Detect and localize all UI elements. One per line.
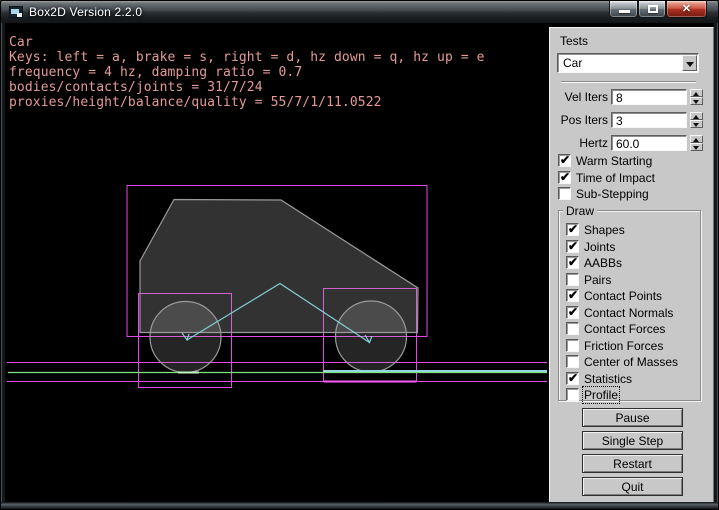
tests-selected-value: Car bbox=[563, 56, 582, 70]
checkbox-label: Friction Forces bbox=[584, 339, 663, 353]
checkbox[interactable] bbox=[566, 223, 579, 236]
spinner-label: Vel Iters bbox=[550, 90, 608, 104]
chevron-down-icon bbox=[686, 62, 694, 67]
restart-button[interactable]: Restart bbox=[582, 454, 683, 473]
checkbox[interactable] bbox=[558, 154, 571, 167]
checkbox-row: Profile bbox=[550, 388, 715, 403]
checkbox-label: Statistics bbox=[584, 372, 632, 386]
spinner-row: Pos Iters3 bbox=[550, 112, 715, 129]
single-step-button[interactable]: Single Step bbox=[582, 431, 683, 450]
checkbox-label: Time of Impact bbox=[576, 171, 655, 185]
spinner-down-button[interactable] bbox=[690, 120, 703, 128]
spinner-row: Vel Iters8 bbox=[550, 89, 715, 106]
spinner-input[interactable]: 8 bbox=[611, 89, 687, 105]
checkbox-row: Joints bbox=[550, 240, 715, 255]
checkbox-row: Sub-Stepping bbox=[550, 187, 715, 202]
stats-line: proxies/height/balance/quality = 55/7/1/… bbox=[9, 95, 485, 110]
checkbox[interactable] bbox=[566, 256, 579, 269]
tests-dropdown[interactable]: Car bbox=[557, 53, 699, 73]
checkbox[interactable] bbox=[566, 273, 579, 286]
checkbox-row: Time of Impact bbox=[550, 171, 715, 186]
minimize-icon bbox=[619, 10, 630, 13]
arrow-up-icon bbox=[693, 138, 699, 142]
checkbox-label: Contact Points bbox=[584, 289, 662, 303]
spinner-buttons bbox=[690, 89, 703, 106]
spinner-down-button[interactable] bbox=[690, 97, 703, 105]
checkbox[interactable] bbox=[566, 339, 579, 352]
checkbox[interactable] bbox=[566, 289, 579, 302]
checkbox[interactable] bbox=[566, 306, 579, 319]
spinner-label: Hertz bbox=[550, 136, 608, 150]
dropdown-arrow-button[interactable] bbox=[682, 55, 697, 71]
stats-line: Car bbox=[9, 35, 485, 50]
pause-button[interactable]: Pause bbox=[582, 408, 683, 427]
spinner-up-button[interactable] bbox=[690, 135, 703, 143]
checkbox-row: Shapes bbox=[550, 223, 715, 238]
maximize-icon bbox=[648, 5, 658, 13]
spinner-input[interactable]: 3 bbox=[611, 112, 687, 128]
right-wheel[interactable] bbox=[336, 301, 407, 372]
checkbox[interactable] bbox=[566, 322, 579, 335]
checkbox-row: Contact Normals bbox=[550, 306, 715, 321]
checkbox-label: Contact Normals bbox=[584, 306, 673, 320]
arrow-down-icon bbox=[693, 146, 699, 150]
draw-group-label: Draw bbox=[563, 204, 597, 218]
control-panel: Tests Car Vel Iters8Pos Iters3Hertz60.0 … bbox=[549, 27, 714, 504]
close-button[interactable]: ✕ bbox=[666, 1, 707, 18]
checkbox-row: Contact Forces bbox=[550, 322, 715, 337]
checkbox-row: Statistics bbox=[550, 372, 715, 387]
checkbox-row: AABBs bbox=[550, 256, 715, 271]
checkbox-row: Contact Points bbox=[550, 289, 715, 304]
spinner-input[interactable]: 60.0 bbox=[611, 135, 687, 151]
titlebar[interactable]: Box2D Version 2.2.0 ✕ bbox=[1, 1, 719, 23]
checkbox-label: Profile bbox=[584, 388, 618, 402]
statistics-text: CarKeys: left = a, brake = s, right = d,… bbox=[9, 35, 485, 110]
spinner-buttons bbox=[690, 135, 703, 152]
spinner-buttons bbox=[690, 112, 703, 129]
checkbox-label: Pairs bbox=[584, 273, 611, 287]
checkbox-label: Contact Forces bbox=[584, 322, 665, 336]
checkbox-label: AABBs bbox=[584, 256, 622, 270]
spinner-label: Pos Iters bbox=[550, 113, 608, 127]
checkbox-row: Center of Masses bbox=[550, 355, 715, 370]
arrow-up-icon bbox=[693, 92, 699, 96]
client-area: CarKeys: left = a, brake = s, right = d,… bbox=[5, 23, 714, 504]
checkbox[interactable] bbox=[566, 388, 579, 401]
close-icon: ✕ bbox=[667, 2, 706, 15]
checkbox-label: Joints bbox=[584, 240, 615, 254]
maximize-button[interactable] bbox=[638, 1, 666, 18]
tests-label: Tests bbox=[560, 34, 588, 48]
arrow-up-icon bbox=[693, 115, 699, 119]
checkbox-label: Sub-Stepping bbox=[576, 187, 649, 201]
app-icon bbox=[9, 6, 23, 18]
checkbox-label: Center of Masses bbox=[584, 355, 678, 369]
checkbox-row: Friction Forces bbox=[550, 339, 715, 354]
minimize-button[interactable] bbox=[609, 1, 638, 18]
checkbox-row: Pairs bbox=[550, 273, 715, 288]
spinner-row: Hertz60.0 bbox=[550, 135, 715, 152]
window-bottom-frame bbox=[1, 502, 719, 509]
checkbox[interactable] bbox=[566, 355, 579, 368]
checkbox-row: Warm Starting bbox=[550, 154, 715, 169]
window-title: Box2D Version 2.2.0 bbox=[29, 5, 142, 19]
stats-line: frequency = 4 hz, damping ratio = 0.7 bbox=[9, 65, 485, 80]
app-icon-corner bbox=[17, 13, 22, 17]
separator bbox=[561, 81, 696, 83]
stats-line: bodies/contacts/joints = 31/7/24 bbox=[9, 80, 485, 95]
quit-button[interactable]: Quit bbox=[582, 477, 683, 496]
spinner-down-button[interactable] bbox=[690, 143, 703, 151]
checkbox-label: Shapes bbox=[584, 223, 625, 237]
arrow-down-icon bbox=[693, 123, 699, 127]
arrow-down-icon bbox=[693, 100, 699, 104]
checkbox[interactable] bbox=[566, 372, 579, 385]
stats-line: Keys: left = a, brake = s, right = d, hz… bbox=[9, 50, 485, 65]
box2d-window: Box2D Version 2.2.0 ✕ bbox=[0, 0, 719, 510]
spinner-up-button[interactable] bbox=[690, 112, 703, 120]
spinner-up-button[interactable] bbox=[690, 89, 703, 97]
checkbox[interactable] bbox=[566, 240, 579, 253]
checkbox[interactable] bbox=[558, 171, 571, 184]
checkbox-label: Warm Starting bbox=[576, 154, 652, 168]
checkbox[interactable] bbox=[558, 187, 571, 200]
